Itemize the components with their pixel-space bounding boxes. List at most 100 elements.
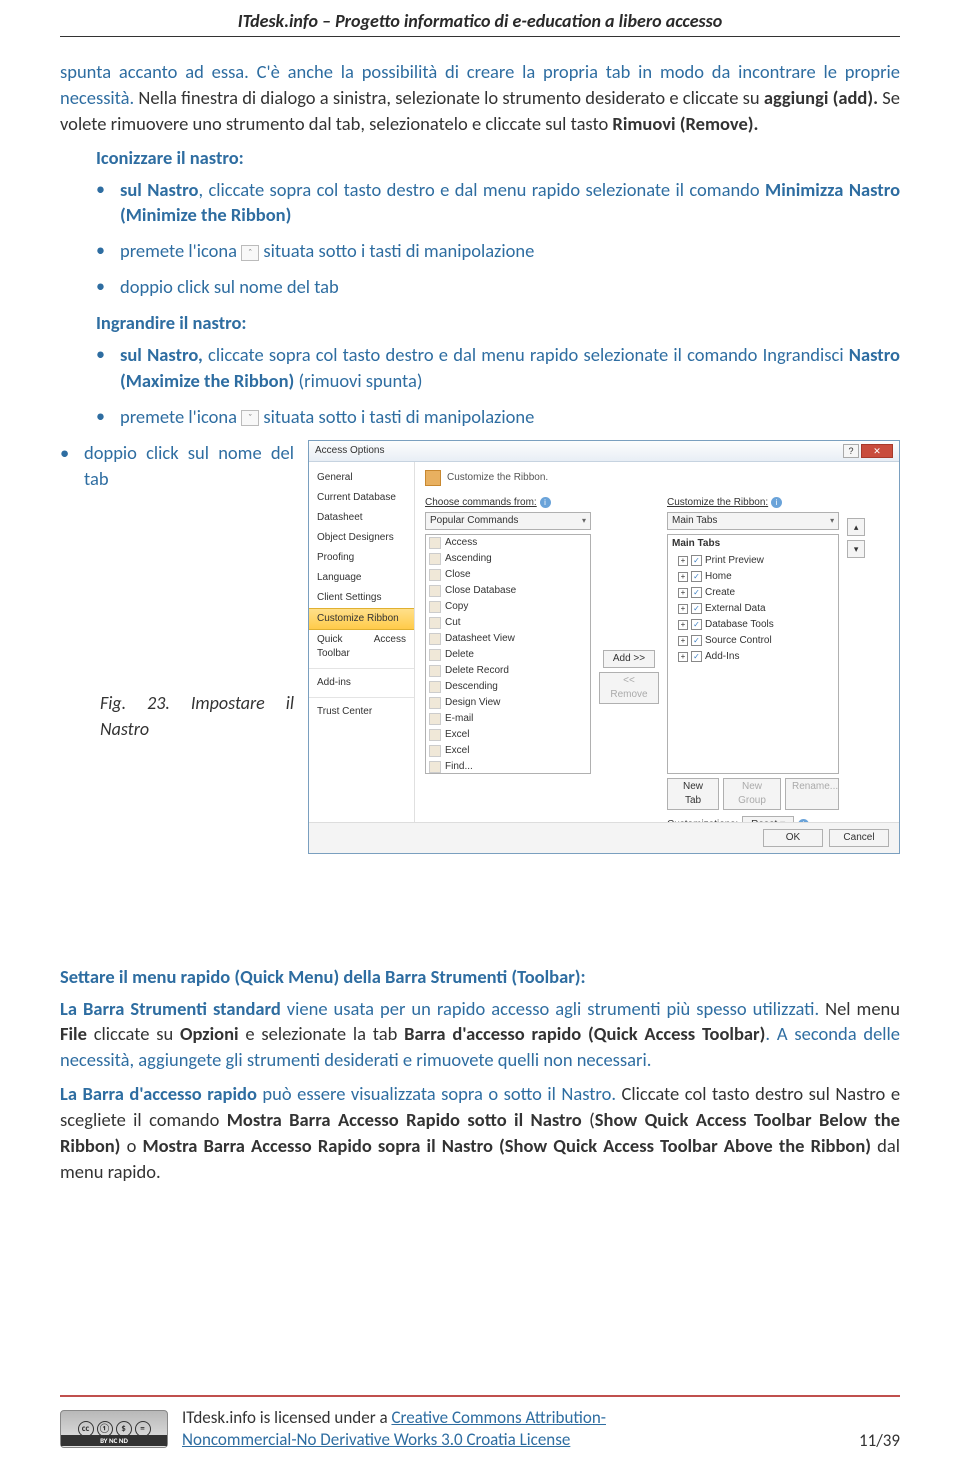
b1-strong: sul Nastro: [120, 178, 198, 201]
tree-item-label: Add-Ins: [705, 650, 739, 664]
list-item-label: Delete: [445, 648, 474, 662]
help-button[interactable]: ?: [843, 444, 859, 458]
ribbon-tree[interactable]: Main Tabs +✓Print Preview+✓Home+✓Create+…: [667, 534, 839, 774]
add-button[interactable]: Add >>: [603, 650, 655, 668]
list-item[interactable]: Access: [426, 535, 590, 551]
list-item[interactable]: Cut: [426, 615, 590, 631]
list-item[interactable]: Close: [426, 567, 590, 583]
list-item[interactable]: Ascending: [426, 551, 590, 567]
access-options-dialog: Access Options ? ✕ General Current Datab…: [308, 440, 900, 854]
tree-item[interactable]: +✓Print Preview: [668, 553, 838, 569]
footer-license-text: ITdesk.info is licensed under a Creative…: [182, 1407, 606, 1451]
dialog-headline-text: Customize the Ribbon.: [447, 471, 548, 485]
bs-t1: viene usata per un rapido accesso agli s…: [281, 997, 819, 1020]
b5-post: situata sotto i tasti di manipolazione: [259, 405, 534, 428]
nav-language[interactable]: Language: [309, 568, 414, 588]
b4-suffix: (rimuovi spunta): [294, 369, 422, 392]
nav-object-designers[interactable]: Object Designers: [309, 528, 414, 548]
list-item[interactable]: E-mail: [426, 711, 590, 727]
list-item[interactable]: Descending: [426, 679, 590, 695]
list-item[interactable]: Excel: [426, 727, 590, 743]
license-link-2[interactable]: Noncommercial-No Derivative Works 3.0 Cr…: [182, 1429, 570, 1450]
bullet-maximize-ribbon: sul Nastro, cliccate sopra col tasto des…: [96, 342, 900, 394]
checkbox[interactable]: ✓: [691, 555, 702, 566]
command-icon: [429, 729, 441, 741]
expand-icon[interactable]: +: [678, 652, 688, 662]
list-item[interactable]: Excel: [426, 743, 590, 759]
close-button[interactable]: ✕: [861, 444, 893, 458]
nav-datasheet[interactable]: Datasheet: [309, 508, 414, 528]
expand-icon[interactable]: +: [678, 556, 688, 566]
list-item[interactable]: Close Database: [426, 583, 590, 599]
checkbox[interactable]: ✓: [691, 619, 702, 630]
command-icon: [429, 649, 441, 661]
commands-from-select[interactable]: Popular Commands: [425, 512, 591, 530]
customizations-label: Customizations:: [667, 818, 738, 822]
ok-button[interactable]: OK: [763, 829, 823, 847]
reset-button[interactable]: Reset ▾: [742, 816, 794, 822]
list-item[interactable]: Datasheet View: [426, 631, 590, 647]
choose-commands-label: Choose commands from: i: [425, 496, 591, 510]
chevron-up-icon: ˆ: [241, 245, 259, 261]
chevron-down-icon: ˇ: [241, 410, 259, 426]
nav-client-settings[interactable]: Client Settings: [309, 588, 414, 608]
expand-icon[interactable]: +: [678, 636, 688, 646]
commands-list[interactable]: AccessAscendingCloseClose DatabaseCopyCu…: [425, 534, 591, 774]
add-label: aggiungi (add).: [764, 86, 878, 109]
checkbox[interactable]: ✓: [691, 587, 702, 598]
list-item[interactable]: Delete Record: [426, 663, 590, 679]
bs-t3: cliccate su: [87, 1022, 180, 1045]
move-up-button[interactable]: ▴: [847, 518, 865, 536]
bs-t4: e selezionate la tab: [239, 1022, 405, 1045]
list-item[interactable]: Find...: [426, 759, 590, 774]
tree-item[interactable]: +✓External Data: [668, 601, 838, 617]
toolbar-paragraph-2: La Barra d'accesso rapido può essere vis…: [60, 1081, 900, 1185]
nav-trust-center[interactable]: Trust Center: [309, 702, 414, 722]
expand-icon[interactable]: +: [678, 588, 688, 598]
expand-icon[interactable]: +: [678, 604, 688, 614]
license-link[interactable]: Creative Commons Attribution-: [391, 1407, 606, 1428]
checkbox[interactable]: ✓: [691, 571, 702, 582]
nav-addins[interactable]: Add-ins: [309, 673, 414, 693]
info-icon[interactable]: i: [540, 497, 551, 508]
tree-item[interactable]: +✓Database Tools: [668, 617, 838, 633]
tree-item[interactable]: +✓Source Control: [668, 633, 838, 649]
list-item[interactable]: Delete: [426, 647, 590, 663]
list-item-label: Copy: [445, 600, 468, 614]
checkbox[interactable]: ✓: [691, 651, 702, 662]
nav-proofing[interactable]: Proofing: [309, 548, 414, 568]
list-item-label: Delete Record: [445, 664, 509, 678]
expand-icon[interactable]: +: [678, 572, 688, 582]
info-icon-3[interactable]: i: [798, 819, 809, 822]
ribbon-tabs-select[interactable]: Main Tabs: [667, 512, 839, 530]
tree-item[interactable]: +✓Add-Ins: [668, 649, 838, 665]
tree-item[interactable]: +✓Create: [668, 585, 838, 601]
cc-text-label: BY NC ND: [61, 1435, 167, 1446]
move-down-button[interactable]: ▾: [847, 540, 865, 558]
list-item-label: E-mail: [445, 712, 473, 726]
tree-item-label: Database Tools: [705, 618, 774, 632]
list-item[interactable]: Design View: [426, 695, 590, 711]
checkbox[interactable]: ✓: [691, 635, 702, 646]
new-group-button[interactable]: New Group: [723, 778, 781, 810]
rename-button[interactable]: Rename...: [785, 778, 839, 810]
remove-button[interactable]: << Remove: [599, 672, 659, 704]
checkbox[interactable]: ✓: [691, 603, 702, 614]
cancel-button[interactable]: Cancel: [829, 829, 889, 847]
new-tab-button[interactable]: New Tab: [667, 778, 719, 810]
list-item-label: Close: [445, 568, 471, 582]
nav-customize-ribbon[interactable]: Customize Ribbon: [309, 608, 414, 630]
qat-t1: può essere visualizzata sopra o sotto il…: [257, 1082, 616, 1105]
list-item[interactable]: Copy: [426, 599, 590, 615]
nav-current-db[interactable]: Current Database: [309, 488, 414, 508]
command-icon: [429, 665, 441, 677]
tree-item[interactable]: +✓Home: [668, 569, 838, 585]
tree-item-label: Source Control: [705, 634, 772, 648]
nav-general[interactable]: General: [309, 468, 414, 488]
file-label: File: [60, 1022, 87, 1045]
command-icon: [429, 601, 441, 613]
info-icon-2[interactable]: i: [771, 497, 782, 508]
expand-icon[interactable]: +: [678, 620, 688, 630]
nav-quick-access[interactable]: Quick Access Toolbar: [309, 630, 414, 664]
b4-text: cliccate sopra col tasto destro e dal me…: [203, 343, 849, 366]
